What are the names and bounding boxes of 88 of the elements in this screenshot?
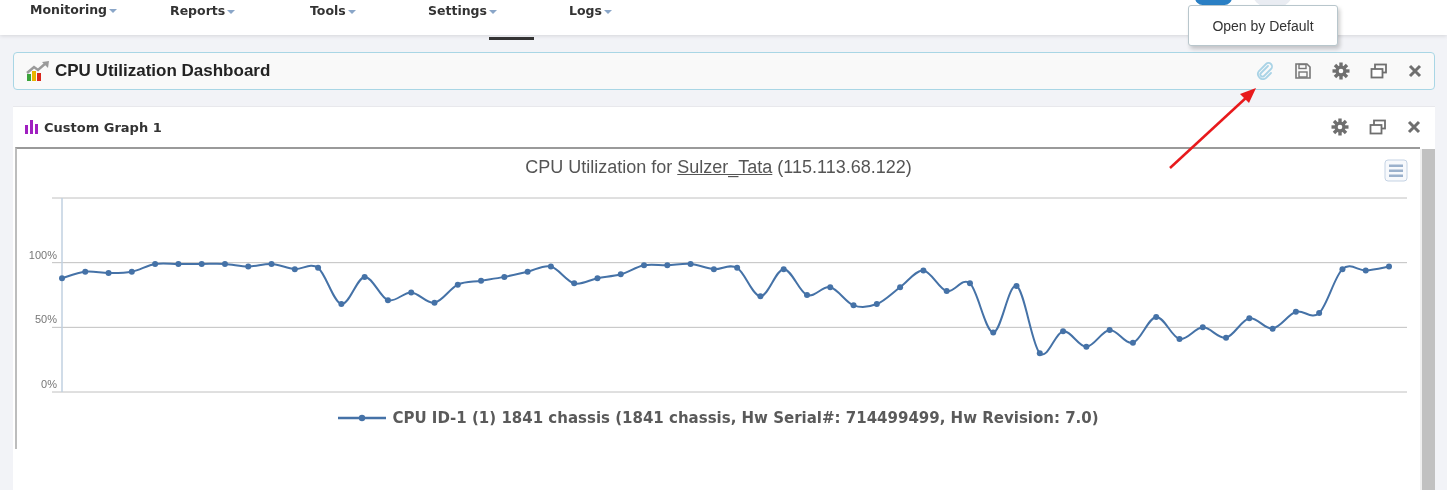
data-point: [1060, 328, 1067, 335]
tooltip: Open by Default: [1188, 5, 1338, 46]
data-point: [1223, 334, 1230, 341]
data-point: [804, 292, 810, 298]
data-point: [687, 260, 694, 267]
caret-icon: [109, 8, 118, 14]
data-point: [175, 260, 182, 267]
axis-tick-label: 0%: [41, 378, 57, 390]
nav-menu-item[interactable]: Logs: [569, 0, 709, 18]
data-point: [547, 263, 554, 270]
data-point: [1386, 263, 1392, 270]
active-tab-indicator: [489, 37, 534, 40]
data-point: [617, 271, 624, 278]
data-point: [990, 329, 997, 336]
data-point: [1292, 308, 1299, 315]
nav-menu-item[interactable]: Reports: [170, 0, 310, 18]
data-point: [920, 267, 927, 274]
bar-chart-icon: [25, 120, 39, 134]
data-point: [291, 266, 298, 273]
data-point: [897, 284, 904, 291]
caret-icon: [227, 10, 236, 15]
close-icon[interactable]: [1408, 64, 1422, 78]
data-point: [454, 281, 461, 288]
data-point: [501, 273, 508, 280]
data-point: [850, 302, 857, 309]
data-point: [198, 260, 205, 267]
axis-tick-label: 100%: [28, 248, 57, 261]
data-point: [268, 260, 275, 267]
data-point: [734, 264, 741, 271]
data-point: [641, 262, 647, 269]
dashboard-title: CPU Utilization Dashboard: [55, 61, 271, 81]
data-point: [1199, 324, 1206, 331]
data-point: [780, 266, 787, 273]
data-point: [757, 293, 764, 300]
data-point: [478, 277, 485, 284]
data-point: [245, 263, 252, 270]
data-point: [594, 275, 601, 282]
nav-menu-item[interactable]: Tools: [310, 0, 428, 18]
data-point: [1106, 326, 1113, 333]
caret-icon: [603, 10, 612, 15]
data-point: [1036, 350, 1043, 357]
paperclip-icon[interactable]: [1256, 62, 1274, 80]
legend-line-icon: [338, 414, 387, 422]
data-point: [524, 268, 531, 275]
data-point: [873, 301, 880, 308]
data-point: [408, 289, 415, 296]
settings-icon[interactable]: [1331, 118, 1349, 136]
data-point: [361, 273, 368, 280]
data-point: [105, 270, 112, 276]
save-icon[interactable]: [1294, 62, 1312, 80]
nav-menu-item[interactable]: Settings: [428, 0, 569, 18]
panel-title: Custom Graph 1: [44, 119, 162, 135]
data-point: [966, 280, 973, 287]
data-point: [664, 262, 671, 269]
restore-window-icon[interactable]: [1370, 63, 1388, 79]
data-point: [1339, 266, 1346, 273]
data-point: [82, 268, 89, 275]
settings-icon[interactable]: [1332, 62, 1350, 80]
data-point: [152, 260, 159, 267]
scrollbar[interactable]: [1420, 149, 1435, 490]
axis-tick-label: 50%: [34, 313, 57, 326]
data-point: [943, 288, 950, 295]
data-point: [571, 280, 578, 287]
data-point: [1153, 314, 1160, 320]
data-point: [827, 284, 834, 291]
caret-icon: [489, 10, 497, 15]
data-point: [1176, 335, 1183, 342]
data-point: [315, 264, 322, 271]
data-point: [1083, 343, 1090, 350]
chart-trend-icon: [26, 61, 50, 81]
chart-title: CPU Utilization for Sulzer_Tata (115.113.68.122): [524, 157, 913, 178]
data-point: [431, 299, 438, 306]
data-point: [221, 260, 228, 267]
data-point: [384, 297, 391, 304]
data-point: [338, 301, 345, 308]
data-point: [710, 266, 717, 273]
data-point: [59, 275, 65, 282]
data-point: [1362, 267, 1369, 274]
data-point: [1269, 325, 1276, 332]
data-point: [1316, 310, 1323, 317]
restore-window-icon[interactable]: [1369, 119, 1387, 135]
caret-icon: [347, 10, 356, 15]
data-point: [1246, 315, 1253, 322]
close-icon[interactable]: [1407, 120, 1421, 134]
nav-menu-item[interactable]: Monitoring: [30, 0, 170, 18]
data-point: [1129, 339, 1136, 346]
data-point: [1013, 282, 1020, 289]
data-point: [128, 268, 135, 275]
